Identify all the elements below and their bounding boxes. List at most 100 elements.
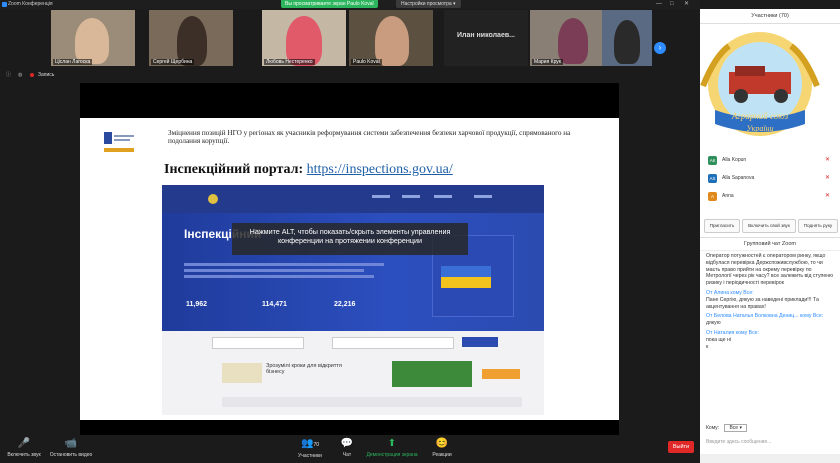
chat-button[interactable]: 💬 Чат (334, 438, 360, 458)
video-icon: 📹 (64, 438, 78, 449)
portal-link[interactable]: https://inspections.gov.ua/ (307, 162, 453, 177)
ministry-logo-icon (104, 132, 134, 152)
participant-tile[interactable]: Сергей Щербина (149, 10, 233, 66)
chat-label: Чат (342, 452, 352, 458)
mic-muted-icon: ✕ (824, 193, 830, 199)
participants-icon: 👥70 (300, 438, 319, 449)
participant-name: Сергей Щербина (151, 59, 195, 65)
security-icon[interactable]: ◍ (18, 67, 22, 83)
participants-actions: Пригласить Включить свой звук Поднять ру… (700, 219, 840, 233)
slide-heading: Зміцнення позицій НГО у регіонах як учас… (168, 129, 571, 145)
share-label: Демонстрация экрана (366, 452, 418, 458)
participant-strip: Ціслан Лагоска Сергей Щербина Любовь Нес… (0, 9, 700, 67)
participant-video (558, 18, 588, 64)
chat-recipient: Кому: Все ▾ (706, 424, 747, 432)
video-button[interactable]: 📹 Остановить видео (46, 438, 96, 458)
chat-icon: 💬 (340, 438, 354, 449)
participants-count: 70 (313, 442, 319, 448)
alt-hint-overlay: Нажмите ALT, чтобы показать/скрыть элеме… (232, 223, 468, 255)
mic-icon: 🎤 (17, 438, 31, 449)
portal-nav-item (402, 195, 420, 198)
portal-logo-icon (208, 194, 218, 204)
participants-label: Участники (298, 453, 322, 459)
portal-nav-item (474, 195, 492, 198)
chat-message: От Алина кому Все: Пане Сергію, дякую за… (706, 290, 834, 310)
participant-list-item[interactable]: AS Alla Sapanova ✕ (706, 171, 834, 185)
maximize-button[interactable]: □ (670, 0, 674, 9)
agrarian-union-logo: Аграрний союз України (700, 32, 820, 136)
chat-message-sender: От Алина кому Все: (706, 289, 754, 296)
portal-nav-item (372, 195, 390, 198)
participant-list-name: Alla Kopun (722, 157, 747, 163)
portal-stat: 11,962 (186, 301, 208, 308)
mic-label: Включить звук (7, 452, 41, 458)
taskbar (700, 454, 840, 463)
participant-name: Мария Крук (532, 59, 563, 65)
share-banner: Вы просматриваете экран Paulo Koval (281, 0, 378, 8)
mic-muted-icon: ✕ (824, 175, 830, 181)
participant-tile[interactable]: Любовь Нестеренко (262, 10, 346, 66)
recipient-select[interactable]: Все ▾ (724, 424, 747, 432)
participant-list-name: Alla Sapanova (722, 175, 755, 181)
portal-nav-item (434, 195, 452, 198)
participant-name: Илан николаев... (457, 32, 515, 39)
chat-message-sender: От Наталия кому Все: (706, 329, 759, 336)
portal-footer-logos (222, 397, 522, 407)
portal-hero-text (184, 275, 374, 278)
participant-list-item[interactable]: A Anna ✕ (706, 189, 834, 203)
chat-message-text: к (706, 343, 709, 350)
raise-hand-button[interactable]: Поднять руку (798, 219, 838, 233)
avatar: AS (708, 174, 717, 183)
unmute-self-button[interactable]: Включить свой звук (742, 219, 796, 233)
participant-name: Любовь Нестеренко (264, 59, 315, 65)
chat-input[interactable]: Введите здесь сообщение... (706, 437, 834, 447)
portal-header (162, 185, 544, 213)
title-bar: Zoom Конференція Вы просматриваете экран… (0, 0, 700, 9)
participant-tile[interactable]: Ціслан Лагоска (51, 10, 135, 66)
info-icon[interactable]: ⓘ (6, 67, 11, 83)
share-icon: ⬆ (387, 438, 397, 449)
participant-name: Ціслан Лагоска (53, 59, 93, 65)
chat-message-text: пока ще ні (706, 336, 731, 343)
participant-tile[interactable]: Илан николаев... (444, 10, 528, 66)
chat-message-sender: От Белова Наталья Волковна Дениц... кому… (706, 313, 824, 320)
avatar: АК (708, 156, 717, 165)
share-screen-button[interactable]: ⬆ Демонстрация экрана (362, 438, 422, 458)
portal-label: Інспекційний портал: (164, 162, 304, 177)
reactions-icon: 😊 (435, 438, 449, 449)
chat-message: От Белова Наталья Волковна Дениц... кому… (706, 313, 834, 327)
minimize-button[interactable]: — (656, 0, 662, 9)
recording-label: Запись (38, 72, 55, 78)
portal-field (212, 337, 304, 349)
portal-search-area: Зрозумілі кроки для відкриття бізнесу (162, 331, 544, 415)
mic-button[interactable]: 🎤 Включить звук (4, 438, 44, 458)
video-label: Остановить видео (49, 452, 93, 458)
participant-tile[interactable] (602, 10, 652, 66)
participants-button[interactable]: 👥70 Участники (290, 438, 330, 459)
chat-messages: Оператор потужностей є оператором ринку,… (706, 253, 834, 353)
chat-panel-title: Групповий чат Zoom (700, 237, 840, 251)
portal-train-image (392, 361, 472, 387)
invite-button[interactable]: Пригласить (704, 219, 740, 233)
portal-cta-button (482, 369, 520, 379)
avatar: A (708, 192, 717, 201)
leave-button[interactable]: Выйти (668, 441, 694, 453)
view-options-button[interactable]: Настройки просмотра ▾ (396, 0, 461, 8)
participants-panel-title: Участники (70) (700, 9, 840, 24)
presentation-slide: Зміцнення позицій НГО у регіонах як учас… (80, 118, 619, 420)
portal-hero-text (184, 263, 384, 266)
participant-list-item[interactable]: АК Alla Kopun ✕ (706, 153, 834, 167)
participant-tile[interactable]: Paulo Koval (349, 10, 433, 66)
reactions-label: Реакции (432, 452, 452, 458)
portal-screenshot: Інспекційний 11,962 114,471 22,216 Зрозу… (162, 185, 544, 415)
portal-illustration (222, 363, 262, 383)
portal-hero-text (184, 269, 364, 272)
reactions-button[interactable]: 😊 Реакции (426, 438, 458, 458)
chat-message-text: Оператор потужностей є оператором ринку,… (706, 253, 834, 287)
portal-search-button (462, 337, 498, 347)
next-page-arrow-icon[interactable]: › (654, 42, 666, 54)
portal-stat: 114,471 (262, 301, 287, 308)
participant-list-name: Anna (722, 193, 734, 199)
close-button[interactable]: ✕ (684, 0, 689, 9)
participant-video (614, 20, 640, 64)
